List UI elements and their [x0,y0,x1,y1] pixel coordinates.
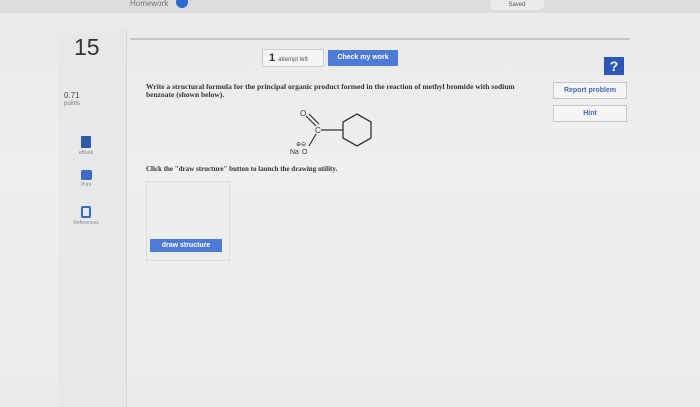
c-o-single-bond [308,133,317,147]
attempts-indicator: 1 attempt left [262,49,324,67]
draw-structure-button[interactable]: draw structure [150,239,222,252]
carbonyl-bond-2 [308,113,320,125]
benzene-ring [342,113,372,147]
carbonyl-bond-1 [305,115,317,127]
carbonyl-oxygen-label: O [300,109,306,118]
references-label: References [73,220,99,226]
print-button[interactable]: Print [64,170,108,188]
top-bar: Homework Saved [0,0,700,13]
attempts-label: attempt left [278,57,308,63]
sodium-benzoate-structure: C O ⊕⊖ Na O [290,109,372,156]
points-label: points [64,101,81,107]
print-label: Print [80,182,92,188]
points-value: 0.71 [64,91,80,100]
check-my-work-button[interactable]: Check my work [328,50,398,66]
hint-button[interactable]: Hint [553,105,627,122]
oxide-oxygen-label: O [302,149,308,156]
references-button[interactable]: References [64,206,108,226]
divider [130,38,630,40]
question-number: 15 [74,34,100,60]
instruction-text: Click the "draw structure" button to lau… [146,165,338,173]
help-button[interactable]: ? [604,57,624,75]
attempts-count: 1 [269,52,276,64]
saved-status-badge: Saved [490,0,544,10]
carbon-label: C [315,126,321,135]
charge-symbols: ⊕⊖ [296,142,306,148]
question-text: Write a structural formula for the princ… [146,82,515,99]
references-icon [81,206,91,218]
ebook-icon [81,136,91,148]
sodium-label: Na [290,149,299,156]
ebook-label: eBook [78,150,94,156]
report-problem-button[interactable]: Report problem [553,82,627,99]
ebook-button[interactable]: eBook [64,136,108,156]
chevron-icon[interactable] [176,0,188,8]
breadcrumb: Homework [130,0,169,8]
print-icon [80,170,92,180]
